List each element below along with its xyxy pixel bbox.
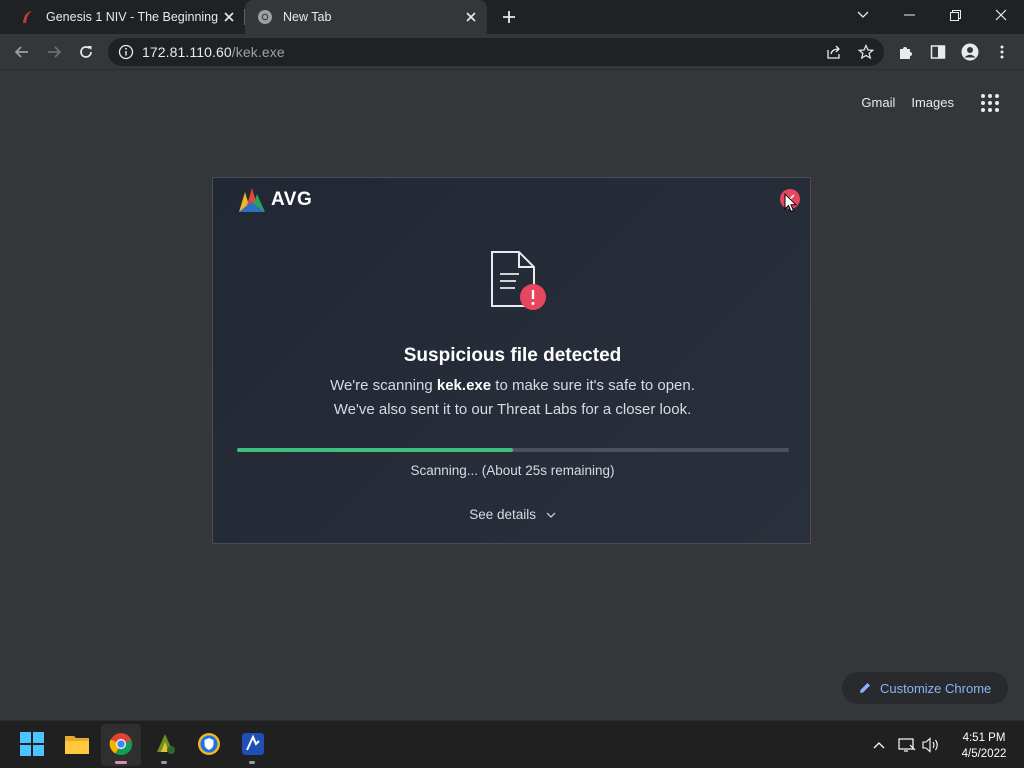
new-tab-button[interactable]	[497, 5, 521, 29]
customize-label: Customize Chrome	[880, 680, 992, 696]
show-hidden-icons-button[interactable]	[869, 735, 889, 755]
clock-time: 4:51 PM	[962, 732, 1006, 744]
chevron-up-icon	[873, 742, 885, 749]
close-window-button[interactable]	[978, 0, 1024, 30]
avg-logo-icon	[239, 188, 265, 212]
taskbar-clock[interactable]: 4:51 PM 4/5/2022	[952, 730, 1016, 762]
url-text: 172.81.110.60/kek.exe	[142, 44, 285, 60]
dialog-message-line1: We're scanning kek.exe to make sure it's…	[213, 377, 812, 394]
start-button[interactable]	[17, 729, 47, 759]
profile-icon	[961, 43, 979, 61]
windows-start-icon	[20, 732, 44, 756]
arrow-right-icon	[48, 46, 62, 58]
gmail-link[interactable]: Gmail	[861, 95, 895, 110]
volume-control[interactable]	[921, 735, 941, 755]
reload-button[interactable]	[74, 40, 98, 64]
restore-icon	[949, 9, 961, 21]
customize-chrome-button[interactable]: Customize Chrome	[842, 672, 1008, 704]
message-prefix: We're scanning	[330, 377, 437, 394]
tab-search-button[interactable]	[840, 0, 886, 30]
scan-status-text: Scanning... (About 25s remaining)	[410, 463, 615, 478]
chevron-down-icon	[546, 513, 556, 519]
dialog-title: Suspicious file detected	[403, 345, 622, 366]
browser-toolbar: 172.81.110.60/kek.exe	[0, 34, 1024, 70]
url-path: /kek.exe	[231, 44, 285, 60]
tab-title: Genesis 1 NIV - The Beginning - I	[46, 10, 219, 24]
dialog-message-line2: We've also sent it to our Threat Labs fo…	[333, 401, 692, 418]
arrow-left-icon	[14, 46, 28, 58]
avg-logo: AVG	[237, 186, 312, 214]
close-icon	[995, 9, 1007, 21]
address-bar[interactable]: 172.81.110.60/kek.exe	[108, 38, 884, 66]
share-button[interactable]	[822, 40, 846, 64]
tab-strip: Genesis 1 NIV - The Beginning - I New Ta…	[0, 0, 1024, 34]
network-status[interactable]	[897, 735, 917, 755]
taskbar-chrome[interactable]	[106, 729, 136, 759]
taskbar-security-app[interactable]	[194, 729, 224, 759]
see-details-link[interactable]: See details	[213, 507, 812, 522]
more-vert-icon	[1000, 45, 1004, 59]
scanned-filename: kek.exe	[436, 377, 492, 394]
taskbar-app-3[interactable]	[150, 729, 180, 759]
bookmark-button[interactable]	[854, 40, 878, 64]
minimize-button[interactable]	[886, 0, 932, 30]
ntp-header-links: Gmail Images	[861, 95, 954, 110]
windows-taskbar	[0, 720, 1024, 768]
back-button[interactable]	[10, 40, 34, 64]
app-icon	[157, 734, 175, 754]
reload-icon	[80, 46, 92, 58]
taskbar-app-6[interactable]	[238, 729, 268, 759]
see-details-label: See details	[469, 507, 537, 522]
close-tab-icon[interactable]	[461, 7, 481, 27]
share-icon	[827, 45, 840, 59]
chrome-icon	[109, 733, 133, 756]
chrome-icon	[258, 10, 272, 24]
images-link[interactable]: Images	[911, 95, 954, 110]
side-panel-button[interactable]	[926, 40, 950, 64]
avg-scan-dialog: AVG Suspicious file detected We're scann…	[212, 177, 811, 544]
tab-genesis[interactable]: Genesis 1 NIV - The Beginning - I	[8, 0, 245, 34]
tab-new-tab[interactable]: New Tab	[245, 0, 487, 34]
bible-icon	[23, 11, 32, 23]
scan-progress-bar	[237, 448, 789, 452]
clock-date: 4/5/2022	[961, 748, 1007, 760]
menu-button[interactable]	[990, 40, 1014, 64]
speaker-icon	[922, 737, 938, 753]
message-suffix: to make sure it's safe to open.	[491, 377, 695, 394]
apps-grid-icon[interactable]	[980, 93, 1000, 113]
taskbar-file-explorer[interactable]	[62, 729, 92, 759]
scan-progress-fill	[237, 448, 513, 452]
security-shield-icon	[198, 733, 220, 755]
app-running-indicator	[249, 761, 255, 764]
app-blue-icon	[242, 733, 264, 755]
close-tab-icon[interactable]	[219, 7, 239, 27]
suspicious-file-icon	[491, 251, 546, 310]
plus-icon	[503, 11, 515, 23]
url-host: 172.81.110.60	[142, 44, 232, 60]
extensions-button[interactable]	[894, 40, 918, 64]
avg-brand: AVG	[271, 189, 313, 210]
tab-title: New Tab	[283, 10, 332, 24]
network-icon	[898, 738, 916, 752]
chrome-running-indicator	[115, 761, 127, 764]
puzzle-icon	[900, 47, 912, 59]
app-running-indicator	[161, 761, 167, 764]
star-icon	[858, 44, 874, 60]
side-panel-icon	[930, 45, 946, 59]
minimize-icon	[903, 14, 915, 16]
file-explorer-icon	[65, 736, 89, 754]
forward-button[interactable]	[42, 40, 66, 64]
restore-button[interactable]	[932, 0, 978, 30]
info-icon[interactable]	[118, 44, 134, 60]
chevron-down-icon	[857, 11, 869, 18]
mouse-cursor-icon	[784, 193, 798, 213]
pencil-icon	[860, 683, 870, 693]
profile-button[interactable]	[958, 40, 982, 64]
